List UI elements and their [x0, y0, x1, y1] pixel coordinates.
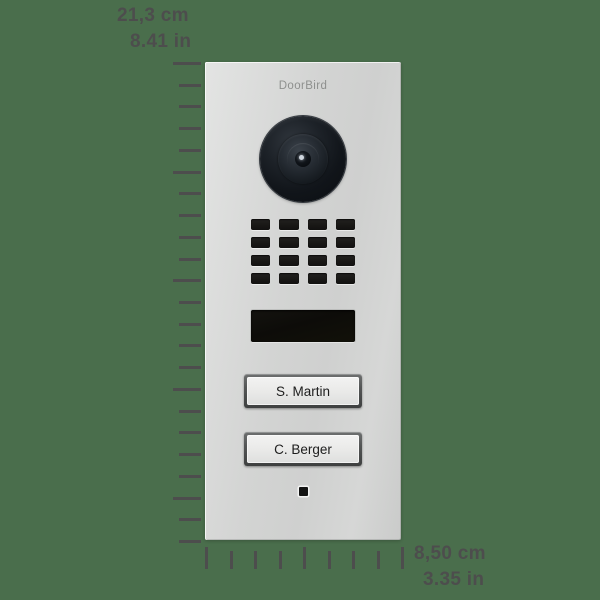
ruler-tick: [179, 540, 201, 543]
ruler-tick: [179, 323, 201, 326]
ruler-tick: [179, 431, 201, 434]
ruler-tick: [179, 84, 201, 87]
doorbird-intercom-panel: DoorBird S. Martin C. Berger: [205, 62, 401, 540]
call-button-2[interactable]: C. Berger: [244, 432, 362, 466]
ruler-tick: [179, 127, 201, 130]
ruler-tick: [179, 410, 201, 413]
grille-slot: [335, 219, 355, 230]
ruler-tick: [179, 149, 201, 152]
ruler-tick: [179, 192, 201, 195]
ruler-tick: [179, 236, 201, 239]
width-label-in: 3.35 in: [423, 569, 485, 590]
camera-lens-icon: [260, 116, 346, 202]
grille-slot: [251, 273, 271, 284]
ruler-tick: [173, 171, 201, 174]
lens-glint: [299, 155, 304, 160]
grille-slot: [251, 237, 271, 248]
ruler-tick: [179, 301, 201, 304]
grille-slot: [279, 255, 299, 266]
ruler-tick: [401, 547, 404, 569]
ruler-tick: [303, 547, 306, 569]
grille-slot: [279, 237, 299, 248]
call-button-1-label: S. Martin: [247, 377, 359, 405]
ruler-tick: [173, 388, 201, 391]
grille-slot: [251, 255, 271, 266]
height-label-cm: 21,3 cm: [117, 5, 189, 26]
ruler-tick: [173, 62, 201, 65]
grille-slot: [335, 255, 355, 266]
call-button-2-label: C. Berger: [247, 435, 359, 463]
grille-slot: [307, 237, 327, 248]
ruler-tick: [179, 214, 201, 217]
brand-logo: DoorBird: [278, 80, 328, 92]
ruler-tick: [179, 344, 201, 347]
grille-slot: [307, 273, 327, 284]
ruler-tick: [328, 551, 331, 569]
height-ruler: [171, 62, 201, 543]
scene: 21,3 cm 8.41 in 8,50 cm 3.35 in DoorBird…: [0, 0, 600, 600]
width-ruler: [205, 545, 404, 569]
grille-slot: [335, 237, 355, 248]
ir-sensor-window: [251, 310, 355, 342]
ruler-tick: [179, 366, 201, 369]
grille-slot: [335, 273, 355, 284]
ruler-tick: [179, 105, 201, 108]
ruler-tick: [179, 475, 201, 478]
ruler-tick: [352, 551, 355, 569]
ruler-tick: [179, 518, 201, 521]
height-label-in: 8.41 in: [130, 31, 192, 52]
speaker-grille: [251, 219, 355, 284]
ruler-tick: [279, 551, 282, 569]
width-label-cm: 8,50 cm: [414, 543, 486, 564]
ruler-tick: [377, 551, 380, 569]
call-button-1[interactable]: S. Martin: [244, 374, 362, 408]
grille-slot: [279, 219, 299, 230]
grille-slot: [279, 273, 299, 284]
ruler-tick: [179, 258, 201, 261]
grille-slot: [307, 219, 327, 230]
ruler-tick: [173, 497, 201, 500]
ruler-tick: [254, 551, 257, 569]
grille-slot: [251, 219, 271, 230]
ruler-tick: [205, 547, 208, 569]
ruler-tick: [230, 551, 233, 569]
ruler-tick: [173, 279, 201, 282]
microphone-icon: [298, 487, 308, 496]
ruler-tick: [179, 453, 201, 456]
grille-slot: [307, 255, 327, 266]
